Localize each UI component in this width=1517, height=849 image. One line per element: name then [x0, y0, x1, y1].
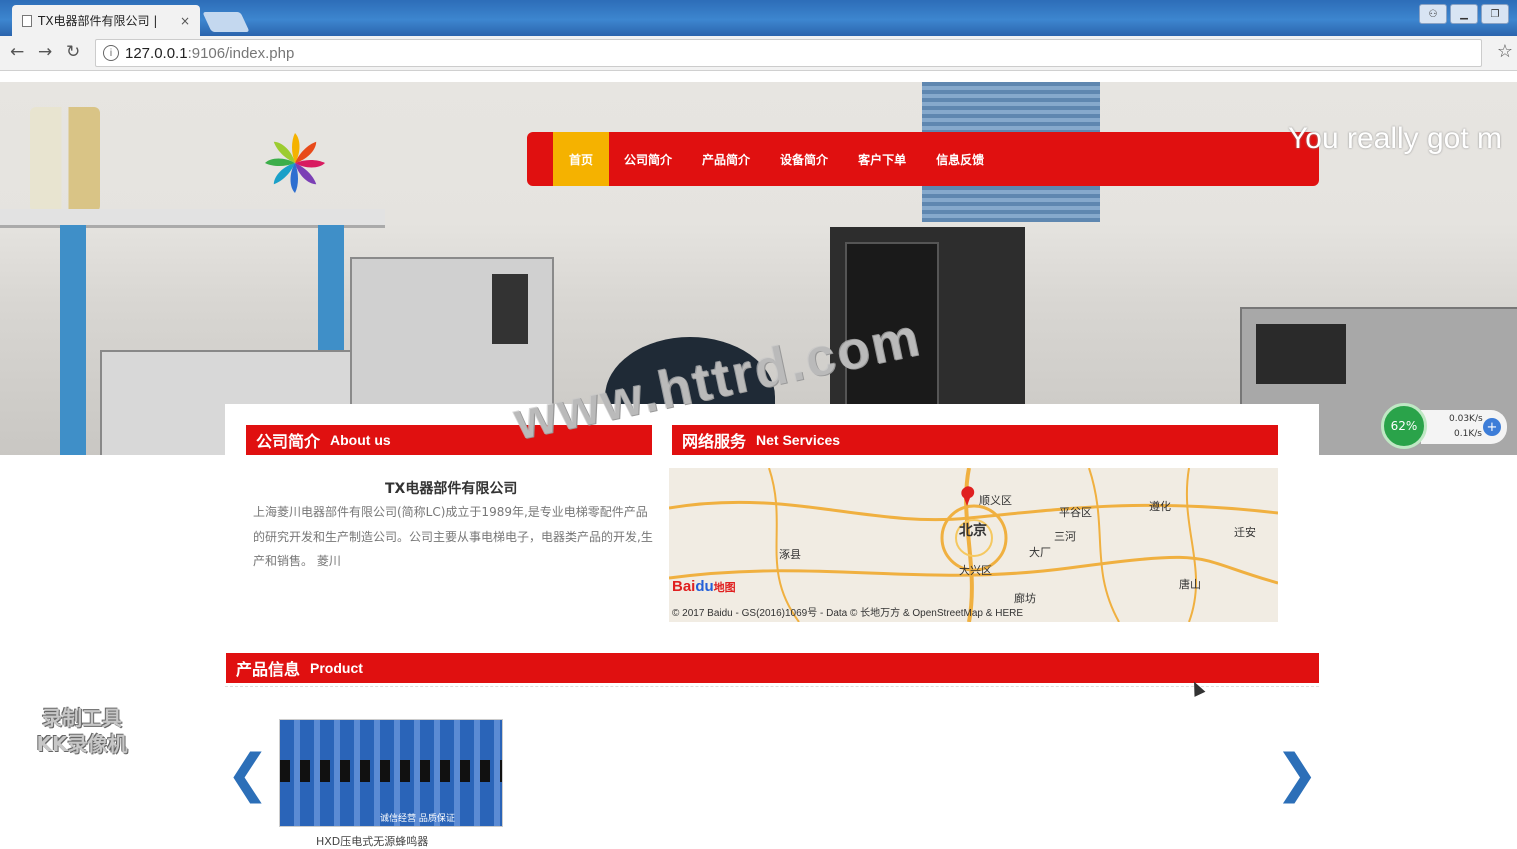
nav-item-feedback[interactable]: 信息反馈 [921, 132, 999, 186]
user-icon[interactable]: ⚇ [1419, 4, 1447, 24]
page-icon [22, 14, 32, 27]
download-speed: 0.1K/s [1454, 429, 1482, 439]
map-city-label: 顺义区 [979, 494, 1012, 507]
about-title-zh: 公司简介 [256, 432, 321, 451]
product-image[interactable]: 诚信经营 品质保证 [279, 719, 503, 827]
recorder-watermark: 录制工具 KK录像机 [36, 706, 128, 756]
memory-percent: 62% [1381, 403, 1427, 449]
product-image-tag: 诚信经营 品质保证 [380, 814, 455, 824]
company-name: TX电器部件有限公司 [385, 481, 518, 497]
map-roads [669, 468, 1278, 622]
baidu-map-logo[interactable]: Baidu地图 [672, 578, 736, 595]
map-city-label: 大兴区 [959, 564, 992, 577]
nav-item-products[interactable]: 产品简介 [687, 132, 765, 186]
url-input[interactable]: i 127.0.0.1 :9106/index.php [95, 39, 1482, 67]
map-city-label: 大厂 [1029, 546, 1051, 559]
baidu-logo-bai: Bai [672, 578, 696, 595]
services-title-en: Net Services [756, 432, 841, 448]
speed-panel: 0.03K/s 0.1K/s + [1421, 410, 1507, 444]
tab-title: TX电器部件有限公司 | [38, 14, 158, 28]
scrolling-marquee: You really got m [1288, 122, 1503, 155]
main-nav: 首页 公司简介 产品简介 设备简介 客户下单 信息反馈 [527, 132, 1319, 186]
company-description: 上海菱川电器部件有限公司(简称LC)成立于1989年,是专业电梯零配件产品的研究… [253, 505, 653, 568]
map-city-label: 北京 [959, 523, 987, 539]
nav-item-order[interactable]: 客户下单 [843, 132, 921, 186]
carousel-next-icon[interactable]: ❯ [1275, 748, 1319, 800]
bottles-decoration [30, 107, 100, 212]
nav-item-home[interactable]: 首页 [553, 132, 610, 186]
map-city-label: 平谷区 [1059, 506, 1092, 519]
map-credit: © 2017 Baidu - GS(2016)1069号 - Data © 长地… [672, 608, 1024, 619]
reload-icon[interactable]: ↻ [66, 42, 80, 62]
baidu-map[interactable]: 北京 大兴区 廊坊 唐山 迁安 遵化 平谷区 三河 顺义区 涿县 大厂 [669, 468, 1278, 622]
company-logo-icon[interactable] [262, 130, 328, 196]
map-city-label: 遵化 [1149, 500, 1171, 513]
about-title-en: About us [330, 432, 391, 448]
map-city-label: 三河 [1054, 530, 1076, 543]
forward-arrow-icon[interactable]: → [38, 42, 52, 62]
browser-tab[interactable]: TX电器部件有限公司 | × [12, 5, 200, 36]
product-title-zh: 产品信息 [236, 660, 301, 679]
map-city-label: 唐山 [1179, 578, 1201, 591]
address-bar-row: ← → ↻ i 127.0.0.1 :9106/index.php ☆ [0, 36, 1517, 71]
url-path: :9106/index.php [187, 44, 295, 62]
bookmark-star-icon[interactable]: ☆ [1497, 41, 1513, 62]
browser-tabbar: TX电器部件有限公司 | × ⚇ ▁ ❐ [0, 0, 1517, 36]
product-caption[interactable]: HXD压电式无源蜂鸣器 [316, 833, 428, 849]
map-city-label: 迁安 [1234, 526, 1256, 539]
baidu-logo-du: du [695, 578, 714, 595]
window-controls: ⚇ ▁ ❐ [1419, 4, 1509, 24]
minimize-icon[interactable]: ▁ [1450, 4, 1478, 24]
section-divider [225, 686, 1319, 687]
baidu-logo-suffix: 地图 [713, 582, 736, 594]
network-speed-widget[interactable]: 0.03K/s 0.1K/s + 62% [1381, 403, 1509, 451]
info-icon[interactable]: i [103, 45, 119, 61]
back-arrow-icon[interactable]: ← [10, 42, 24, 62]
nav-item-equipment[interactable]: 设备简介 [765, 132, 843, 186]
product-image-band [280, 760, 502, 782]
maximize-icon[interactable]: ❐ [1481, 4, 1509, 24]
new-tab-button[interactable] [202, 12, 250, 32]
url-host: 127.0.0.1 [125, 44, 188, 62]
upload-speed: 0.03K/s [1449, 414, 1483, 424]
services-title-zh: 网络服务 [682, 432, 747, 451]
services-section-header: 网络服务 Net Services [672, 425, 1278, 455]
bench-leg-decoration [60, 225, 86, 455]
carousel-prev-icon[interactable]: ❮ [226, 748, 270, 800]
nav-item-company[interactable]: 公司简介 [609, 132, 687, 186]
map-city-label: 涿县 [779, 548, 801, 561]
product-section-header: 产品信息 Product [226, 653, 1319, 683]
plus-icon[interactable]: + [1483, 418, 1501, 436]
product-title-en: Product [310, 660, 363, 676]
tab-close-icon[interactable]: × [180, 14, 190, 28]
